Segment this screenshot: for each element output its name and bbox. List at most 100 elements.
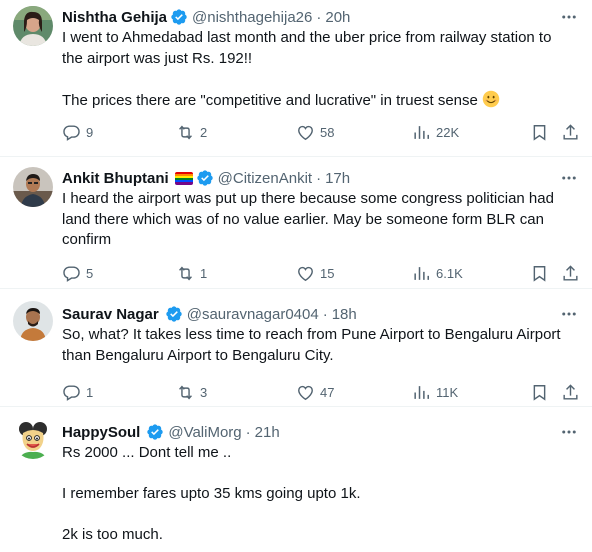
bookmark-icon[interactable] [530,123,549,142]
verified-badge-icon [166,306,182,322]
heart-icon [298,385,313,400]
tweet-header: Ankit Bhuptani @CitizenAnkit · 17h [62,167,580,189]
verified-badge-icon [196,170,213,186]
like-count: 15 [320,266,335,281]
tweet-text: I heard the airport was put up there bec… [62,189,580,251]
text-line: confirm [62,231,112,248]
separator-dot: · [316,8,322,26]
views-chart-icon [414,125,429,139]
like-button[interactable]: 47 [296,383,334,402]
heart-icon [298,266,313,282]
separator-dot: · [316,169,322,187]
display-name[interactable]: HappySoul [62,424,140,441]
repost-count: 2 [200,124,208,140]
share-icon[interactable] [561,383,580,402]
repost-icon [179,384,192,400]
share-icon[interactable] [561,264,580,283]
more-options-icon[interactable] [560,8,578,26]
like-count: 47 [320,384,335,400]
tweet-header: Saurav Nagar @sauravnagar0404 · 18h [62,303,580,325]
verified-badge-icon [171,9,187,25]
tweet-text: So, what? It takes less time to reach fr… [62,325,580,366]
reply-count: 5 [86,266,94,281]
tweet[interactable]: HappySoul @ValiMorg · 21h Rs 2000 ... Do… [0,407,592,552]
view-count: 11K [436,384,459,400]
views-button[interactable]: 11K [412,383,458,402]
repost-button[interactable]: 2 [176,123,207,142]
text-line: I remember fares upto 35 kms going upto … [62,485,361,502]
timestamp[interactable]: 18h [332,306,357,323]
text-line: I heard the airport was put up there bec… [62,190,554,207]
text-line: than Bengaluru Airport to Bengaluru City… [62,346,334,364]
repost-icon [179,266,192,281]
display-name[interactable]: Saurav Nagar [62,306,159,323]
view-count: 22K [436,124,460,140]
avatar[interactable] [13,419,53,459]
views-button[interactable]: 6.1K [412,264,463,283]
like-count: 58 [320,124,335,140]
avatar[interactable] [13,301,53,341]
like-button[interactable]: 15 [296,264,334,283]
reply-feed: Nishtha Gehija @nishthagehija26 · 20h I … [0,0,592,552]
separator-dot: · [245,423,251,441]
reply-icon [63,384,80,401]
timestamp[interactable]: 17h [325,170,350,187]
like-button[interactable]: 58 [296,123,334,142]
tweet-header: HappySoul @ValiMorg · 21h [62,421,580,443]
text-line: The prices there are "competitive and lu… [62,90,580,112]
reply-button[interactable]: 5 [62,264,93,283]
more-options-icon[interactable] [560,305,578,323]
reply-count: 9 [86,124,94,140]
tweet-text: Rs 2000 ... Dont tell me .. I remember f… [62,443,580,546]
text-line: 2k is too much. [62,526,163,543]
tweet[interactable]: Saurav Nagar @sauravnagar0404 · 18h So, … [0,289,592,407]
more-options-icon[interactable] [560,423,578,441]
user-handle[interactable]: @ValiMorg [168,424,241,441]
reply-icon [63,266,80,282]
rainbow-flag-icon [174,171,193,185]
text-line [62,505,580,526]
heart-icon [298,125,313,140]
view-count: 6.1K [436,266,463,281]
smiling-face-emoji-icon [482,90,500,107]
separator-dot: · [322,305,328,323]
text-line: the airport was just Rs. 192!! [62,49,253,67]
text-line [62,69,580,90]
user-handle[interactable]: @CitizenAnkit [218,170,312,187]
verified-badge-icon [147,424,164,440]
repost-button[interactable]: 3 [176,383,207,402]
repost-button[interactable]: 1 [176,264,207,283]
reply-button[interactable]: 9 [62,123,93,142]
text-line [62,464,580,485]
timestamp[interactable]: 20h [325,9,350,26]
repost-count: 1 [200,266,208,281]
tweet[interactable]: Nishtha Gehija @nishthagehija26 · 20h I … [0,0,592,157]
views-chart-icon [414,267,429,280]
tweet-text: I went to Ahmedabad last month and the u… [62,28,580,111]
reply-count: 1 [86,384,94,400]
display-name[interactable]: Nishtha Gehija [62,9,167,26]
bookmark-icon[interactable] [530,264,549,283]
tweet-actions: 5 1 15 6.1K [62,256,580,292]
more-options-icon[interactable] [560,169,578,187]
tweet-header: Nishtha Gehija @nishthagehija26 · 20h [62,6,580,28]
text-line: So, what? It takes less time to reach fr… [62,326,561,343]
user-handle[interactable]: @nishthagehija26 [192,9,312,26]
avatar[interactable] [13,6,53,46]
views-chart-icon [414,385,429,399]
tweet-actions: 1 3 47 11K [62,374,580,410]
user-handle[interactable]: @sauravnagar0404 [187,306,319,323]
tweet-actions: 9 2 58 22K [62,114,580,150]
reply-button[interactable]: 1 [62,383,93,402]
display-name[interactable]: Ankit Bhuptani [62,170,169,187]
bookmark-icon[interactable] [530,383,549,402]
reply-icon [63,124,80,141]
avatar[interactable] [13,167,53,207]
text-line: I went to Ahmedabad last month and the u… [62,29,552,46]
repost-count: 3 [200,384,208,400]
share-icon[interactable] [561,123,580,142]
timestamp[interactable]: 21h [255,424,280,441]
tweet[interactable]: Ankit Bhuptani @CitizenAnkit · 17h I hea… [0,157,592,289]
views-button[interactable]: 22K [412,123,459,142]
text-line-content: The prices there are "competitive and lu… [62,91,478,109]
